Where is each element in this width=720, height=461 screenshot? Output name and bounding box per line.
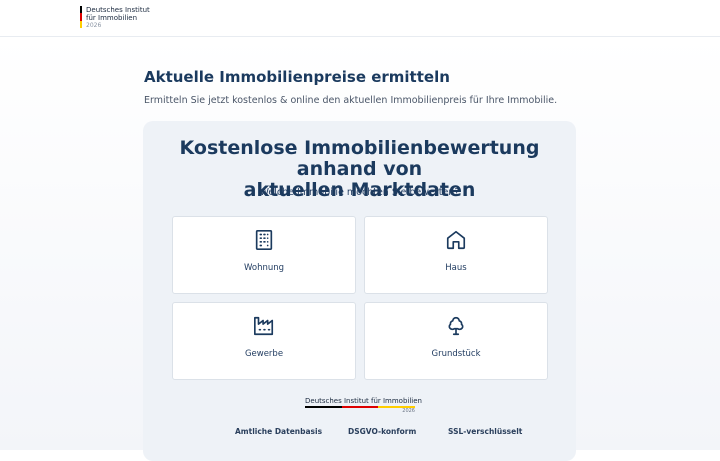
option-wohnung[interactable]: Wohnung	[172, 216, 356, 294]
option-grundstueck[interactable]: Grundstück	[364, 302, 548, 380]
option-haus[interactable]: Haus	[364, 216, 548, 294]
top-header: Deutsches Institut für Immobilien 2026	[0, 0, 720, 37]
card-title-line1: Kostenlose Immobilienbewertung anhand vo…	[179, 137, 540, 180]
option-label: Grundstück	[431, 349, 481, 359]
logo-text: Deutsches Institut für Immobilien 2026	[86, 6, 150, 30]
badge-ssl-verschluesselt: SSL-verschlüsselt	[448, 427, 523, 436]
apartment-building-icon	[253, 229, 275, 251]
valuation-card: Kostenlose Immobilienbewertung anhand vo…	[143, 121, 576, 461]
property-type-question: Welche Immobilie möchten Sie bewerten?	[259, 187, 460, 198]
badge-dsgvo-konform: DSGVO-konform	[348, 427, 417, 436]
logo-year: 2026	[86, 22, 102, 29]
page-title: Aktuelle Immobilienpreise ermitteln	[144, 68, 450, 86]
seal-year: 2026	[402, 408, 415, 414]
logo-line1: Deutsches Institut	[86, 6, 150, 14]
house-icon	[445, 229, 467, 251]
option-gewerbe[interactable]: Gewerbe	[172, 302, 356, 380]
option-label: Haus	[445, 263, 467, 273]
option-label: Wohnung	[243, 263, 285, 273]
german-flag-mark	[80, 6, 82, 28]
badge-amtliche-datenbasis: Amtliche Datenbasis	[235, 427, 323, 436]
seal-name: Deutsches Institut für Immobilien	[305, 397, 422, 405]
page-subtitle: Ermitteln Sie jetzt kostenlos & online d…	[144, 95, 558, 106]
seal-flag-bar	[305, 406, 416, 408]
option-label: Gewerbe	[244, 349, 284, 359]
site-logo[interactable]: Deutsches Institut für Immobilien 2026	[80, 6, 150, 30]
trust-seal: Deutsches Institut für Immobilien 2026	[305, 397, 422, 414]
tree-icon	[445, 315, 467, 337]
factory-icon	[253, 315, 275, 337]
logo-line2: für Immobilien	[86, 14, 138, 22]
